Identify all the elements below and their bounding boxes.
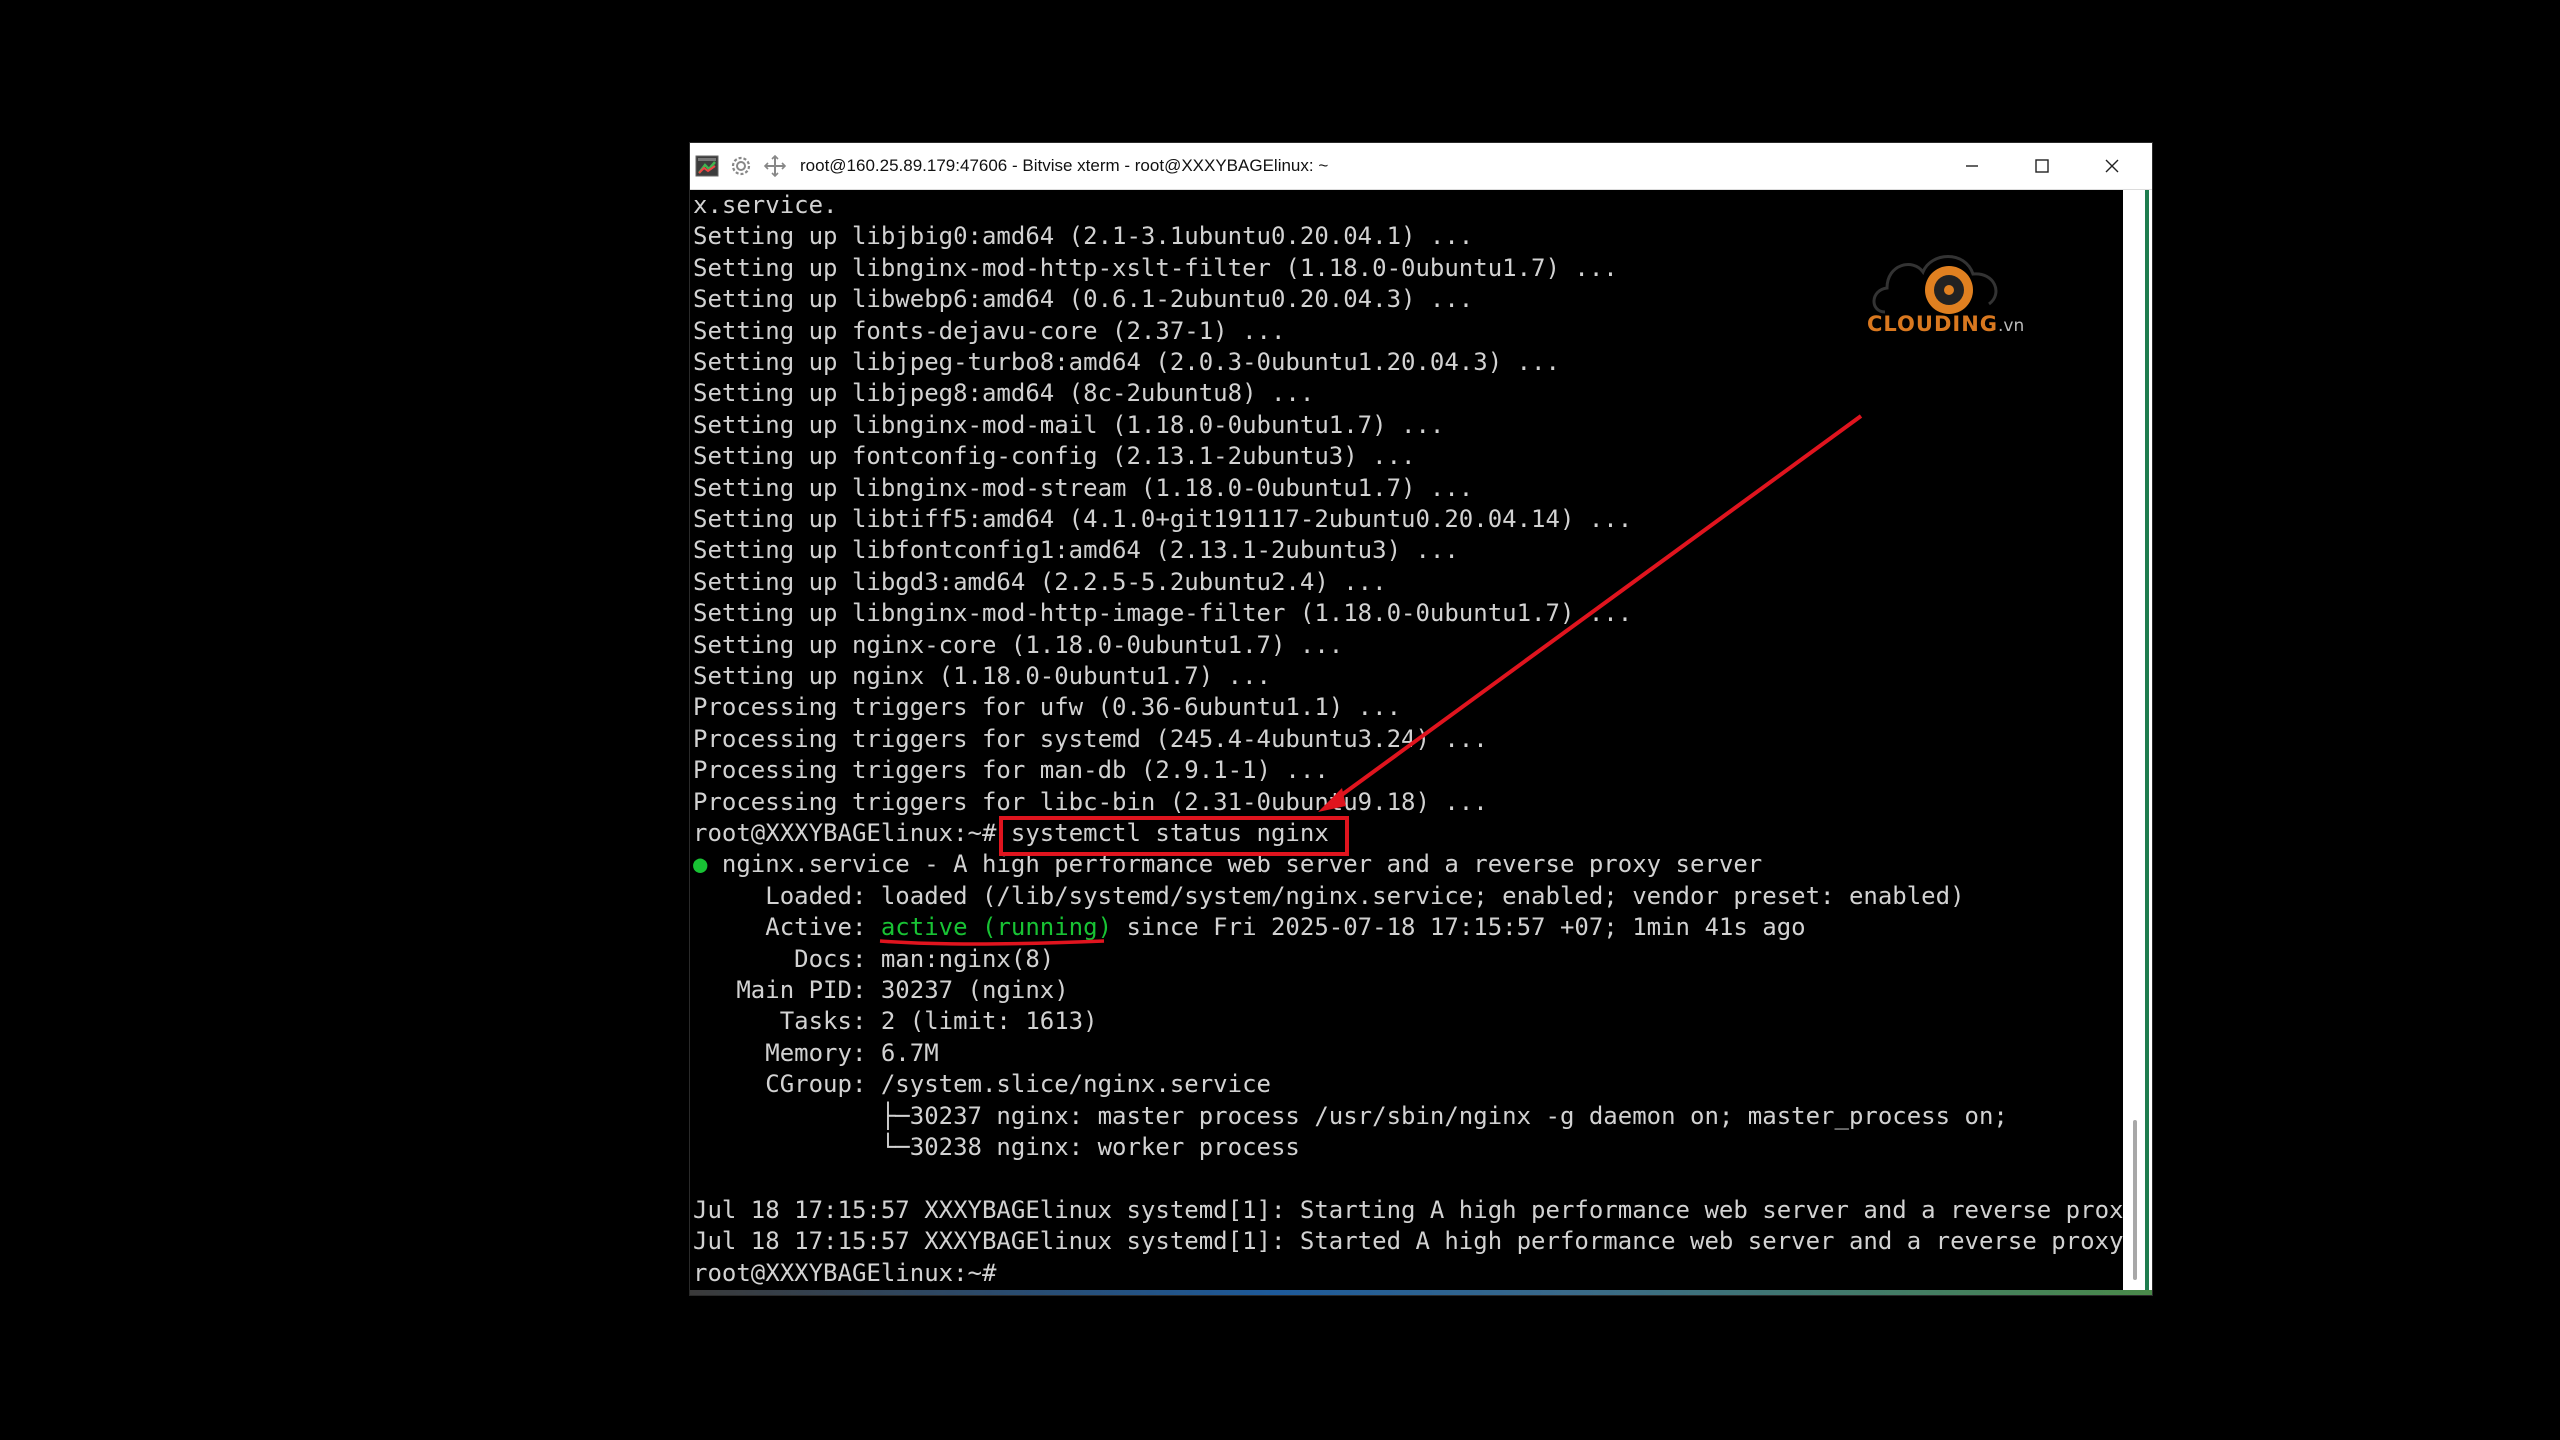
app-icon[interactable] (694, 153, 720, 179)
title-bar[interactable]: root@160.25.89.179:47606 - Bitvise xterm… (690, 143, 2152, 190)
terminal-line: Setting up libjpeg-turbo8:amd64 (2.0.3-0… (693, 348, 1560, 376)
terminal-line: Setting up fontconfig-config (2.13.1-2ub… (693, 442, 1416, 471)
terminal-line: Setting up nginx (1.18.0-0ubuntu1.7) ... (693, 662, 1271, 690)
terminal-line: Setting up libnginx-mod-http-image-filte… (693, 599, 1633, 628)
status-header: nginx.service - A high performance web s… (707, 850, 1763, 879)
terminal-line: Setting up libgd3:amd64 (2.2.5-5.2ubuntu… (693, 567, 1387, 596)
terminal-line: Setting up libnginx-mod-mail (1.18.0-0ub… (693, 410, 1445, 439)
journal-line: Jul 18 17:15:57 XXXYBAGElinux systemd[1]… (693, 1227, 2123, 1256)
active-since: since Fri 2025-07-18 17:15:57 +07; 1min … (1112, 913, 1806, 942)
terminal-line: Processing triggers for man-db (2.9.1-1)… (693, 756, 1329, 785)
logo-wordmark: CLOUDING.vn (1867, 312, 2024, 336)
loaded-line: Loaded: loaded (/lib/systemd/system/ngin… (693, 881, 1965, 910)
typed-command: systemctl status nginx (1010, 819, 1329, 847)
active-status: active (running) (880, 913, 1113, 942)
terminal-line: Processing triggers for systemd (245.4-4… (693, 724, 1488, 753)
cgroup-process: ├─30237 nginx: master process /usr/sbin/… (693, 1101, 2008, 1130)
tasks-line: Tasks: 2 (limit: 1613) (693, 1007, 1098, 1036)
journal-line: Jul 18 17:15:57 XXXYBAGElinux systemd[1]… (693, 1195, 2123, 1224)
background-strip (690, 1290, 2152, 1295)
maximize-button[interactable] (2007, 143, 2077, 189)
gear-icon[interactable] (728, 153, 754, 179)
terminal-line: Setting up libfontconfig1:amd64 (2.13.1-… (693, 536, 1459, 565)
scrollbar-thumb[interactable] (2133, 1120, 2137, 1280)
window-title: root@160.25.89.179:47606 - Bitvise xterm… (800, 156, 1329, 175)
terminal-output[interactable]: x.service. Setting up libjbig0:amd64 (2.… (693, 190, 2123, 1290)
shell-prompt: root@XXXYBAGElinux:~# (693, 819, 1011, 847)
terminal-line: Setting up libjpeg8:amd64 (8c-2ubuntu8) … (693, 379, 1315, 408)
terminal-line: Setting up libwebp6:amd64 (0.6.1-2ubuntu… (693, 285, 1474, 314)
active-label: Active: (693, 913, 881, 942)
window-edge (2145, 190, 2149, 1290)
terminal-line: x.service. (693, 191, 838, 219)
docs-line: Docs: man:nginx(8) (693, 944, 1055, 973)
final-prompt: root@XXXYBAGElinux:~# (693, 1258, 997, 1287)
terminal-line: Processing triggers for libc-bin (2.31-0… (693, 787, 1488, 816)
terminal-line: Setting up nginx-core (1.18.0-0ubuntu1.7… (693, 630, 1344, 659)
cgroup-line: CGroup: /system.slice/nginx.service (693, 1070, 1271, 1099)
logo-suffix: .vn (1998, 316, 2025, 336)
command-line: root@XXXYBAGElinux:~# systemctl status n… (693, 818, 1329, 849)
terminal-line: Setting up libnginx-mod-stream (1.18.0-0… (693, 473, 1474, 502)
status-header-line: ● nginx.service - A high performance web… (693, 849, 1762, 880)
active-line: Active: active (running) since Fri 2025-… (693, 912, 1806, 943)
pid-line: Main PID: 30237 (nginx) (693, 976, 1069, 1004)
terminal-line: Setting up libtiff5:amd64 (4.1.0+git1911… (693, 505, 1633, 533)
logo-brand: CLOUDING (1867, 312, 1999, 336)
terminal-line: Processing triggers for ufw (0.36-6ubunt… (693, 693, 1402, 722)
status-dot-icon: ● (693, 850, 708, 879)
close-button[interactable] (2077, 143, 2147, 189)
minimize-button[interactable] (1937, 143, 2007, 189)
memory-line: Memory: 6.7M (693, 1038, 939, 1067)
terminal-line: Setting up libnginx-mod-http-xslt-filter… (693, 253, 1618, 282)
move-icon[interactable] (762, 153, 788, 179)
terminal-line: Setting up fonts-dejavu-core (2.37-1) ..… (693, 316, 1286, 345)
cgroup-process: └─30238 nginx: worker process (693, 1133, 1300, 1161)
terminal-line: Setting up libjbig0:amd64 (2.1-3.1ubuntu… (693, 222, 1474, 251)
